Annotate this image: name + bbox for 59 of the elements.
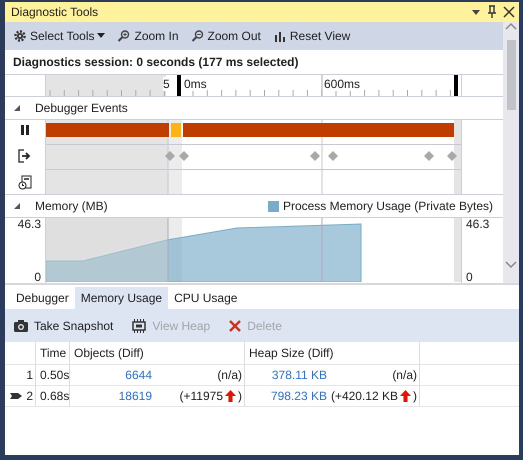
tab[interactable]: CPU Usage xyxy=(168,287,244,309)
collapse-arrow-icon[interactable] xyxy=(13,202,21,210)
section-title: Memory (MB) xyxy=(35,199,109,213)
pause-icon xyxy=(20,124,30,136)
table-cell-text: 798.23 KB xyxy=(270,389,327,403)
table-cell: 0.50s xyxy=(36,365,70,385)
column-header[interactable]: Heap Size (Diff) xyxy=(245,342,420,364)
close-icon[interactable] xyxy=(503,6,515,18)
timer-document-icon xyxy=(18,175,32,190)
table-cell-text: 18619 xyxy=(118,389,152,403)
collapse-arrow-icon[interactable] xyxy=(13,104,21,112)
axis-tick-label: 46.3 xyxy=(466,218,490,230)
increase-arrow-icon xyxy=(225,390,236,402)
legend-swatch xyxy=(268,200,279,212)
scrollbar-thumb[interactable] xyxy=(506,40,516,110)
chip-icon xyxy=(131,318,148,332)
toolbar-button[interactable]: Select Tools xyxy=(13,29,106,43)
section-title: Debugger Events xyxy=(35,101,129,115)
axis-tick-label: 46.3 xyxy=(18,218,41,230)
diff-suffix: ) xyxy=(413,389,417,403)
zoom-in-icon xyxy=(117,29,132,43)
time-label: 5 xyxy=(163,77,170,91)
axis-tick-label: 0 xyxy=(34,271,41,283)
camera-icon xyxy=(13,318,29,332)
gear-icon xyxy=(13,29,27,43)
column-header[interactable]: Objects (Diff) xyxy=(70,342,245,364)
dropdown-icon[interactable] xyxy=(471,8,481,16)
tab[interactable]: Debugger xyxy=(10,287,75,309)
diff-value: (n/a) xyxy=(392,368,417,382)
caret-icon xyxy=(97,33,106,39)
toolbar-button[interactable]: Take Snapshot xyxy=(13,318,114,332)
table-cell-text: 6644 xyxy=(124,368,152,382)
delete-icon xyxy=(228,318,242,332)
scroll-down-icon xyxy=(505,261,517,269)
row-number: 1 xyxy=(26,368,33,382)
diff-value: (+420.12 KB xyxy=(330,389,398,403)
diff-suffix: ) xyxy=(238,389,242,403)
diff-value: (+11975 xyxy=(180,389,223,403)
toolbar-button[interactable]: Zoom In xyxy=(117,29,178,43)
row-number: 2 xyxy=(26,389,33,403)
diff-value: (n/a) xyxy=(217,368,242,382)
increase-arrow-icon xyxy=(400,390,411,402)
exit-arrow-icon xyxy=(18,148,32,162)
bar-chart-icon xyxy=(272,29,287,43)
scroll-up-icon xyxy=(505,22,517,30)
column-header[interactable]: Time xyxy=(36,342,70,364)
tab[interactable]: Memory Usage xyxy=(74,287,168,309)
window-title: Diagnostic Tools xyxy=(11,5,100,19)
current-row-arrow-icon xyxy=(10,392,22,400)
toolbar-button[interactable]: Reset View xyxy=(272,29,350,43)
table-cell: 0.68s xyxy=(36,386,70,406)
table-cell-text: 378.11 KB xyxy=(270,368,327,382)
time-label: 0ms xyxy=(184,77,207,91)
legend-label: Process Memory Usage (Private Bytes) xyxy=(282,199,493,213)
zoom-out-icon xyxy=(190,29,204,43)
axis-tick-label: 0 xyxy=(466,271,473,283)
toolbar-button[interactable]: Zoom Out xyxy=(190,29,261,43)
time-label: 600ms xyxy=(324,77,360,91)
pin-icon[interactable] xyxy=(487,5,497,19)
